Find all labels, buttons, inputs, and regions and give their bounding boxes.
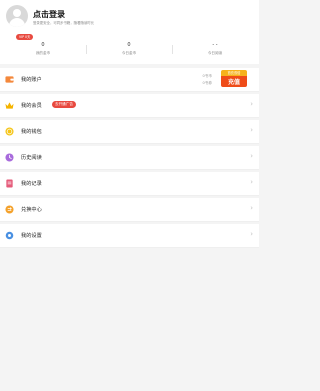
gear-icon	[5, 231, 14, 240]
menu-item-label: 我的设置	[21, 233, 42, 239]
stat-label: 我的金币	[35, 51, 51, 55]
stat-value: 0	[127, 42, 131, 48]
menu-item-records[interactable]: 我的记录 ›	[0, 172, 259, 196]
promo-badge[interactable]: 去开通广告	[52, 101, 76, 108]
clock-icon	[5, 153, 14, 162]
menu-item-wallet[interactable]: 我的钱包 ›	[0, 120, 259, 144]
voucher-balance: 0书券	[202, 81, 212, 85]
document-icon	[6, 179, 13, 188]
menu-item-label: 我的记录	[21, 181, 42, 187]
exchange-icon	[5, 205, 14, 214]
profile-header: 点击登录 登录更安全，可同步书籍，随看随读时长 VIP 0天 0 我的金币 0 …	[0, 0, 259, 64]
stat-value: 0	[41, 42, 45, 48]
coin-balance: 0书币	[202, 74, 212, 78]
chevron-right-icon: ›	[250, 100, 253, 108]
menu-item-label: 我的钱包	[21, 129, 42, 135]
stat-label: 今日阅读	[207, 51, 223, 55]
chevron-right-icon: ›	[250, 152, 253, 160]
avatar-body	[9, 18, 25, 27]
recharge-promo-label: 首充双倍	[221, 70, 247, 76]
stat-my-coins[interactable]: 0 我的金币	[0, 33, 86, 63]
login-title[interactable]: 点击登录	[33, 9, 65, 20]
wallet-icon	[5, 76, 14, 83]
coin-icon	[5, 127, 14, 136]
menu-item-label: 兑换中心	[21, 207, 42, 213]
chevron-right-icon: ›	[250, 230, 253, 238]
menu-item-membership[interactable]: 我的会员 去开通广告 ›	[0, 94, 259, 118]
stat-today-reading[interactable]: - - 今日阅读	[172, 33, 258, 63]
menu-item-exchange[interactable]: 兑换中心 ›	[0, 198, 259, 222]
recharge-button[interactable]: 首充双倍 充值	[221, 70, 247, 87]
crown-icon	[5, 102, 14, 109]
chevron-right-icon: ›	[250, 178, 253, 186]
menu-item-account[interactable]: 我的账户 0书币 0书券 首充双倍 充值	[0, 68, 259, 92]
login-subtitle: 登录更安全，可同步书籍，随看随读时长	[33, 21, 95, 25]
chevron-right-icon: ›	[250, 126, 253, 134]
menu-item-label: 我的会员	[21, 103, 42, 109]
avatar[interactable]	[6, 5, 28, 27]
stats-bar: 0 我的金币 0 今日金币 - - 今日阅读	[0, 33, 259, 63]
avatar-head	[13, 9, 21, 17]
menu-item-label: 历史阅读	[21, 155, 42, 161]
menu-item-label: 我的账户	[21, 77, 42, 83]
menu-item-history[interactable]: 历史阅读 ›	[0, 146, 259, 170]
menu-item-settings[interactable]: 我的设置 ›	[0, 224, 259, 248]
stat-today-coins[interactable]: 0 今日金币	[86, 33, 172, 63]
recharge-label: 充值	[227, 79, 240, 86]
chevron-right-icon: ›	[250, 204, 253, 212]
stat-value: - -	[212, 42, 218, 48]
stat-label: 今日金币	[121, 51, 137, 55]
